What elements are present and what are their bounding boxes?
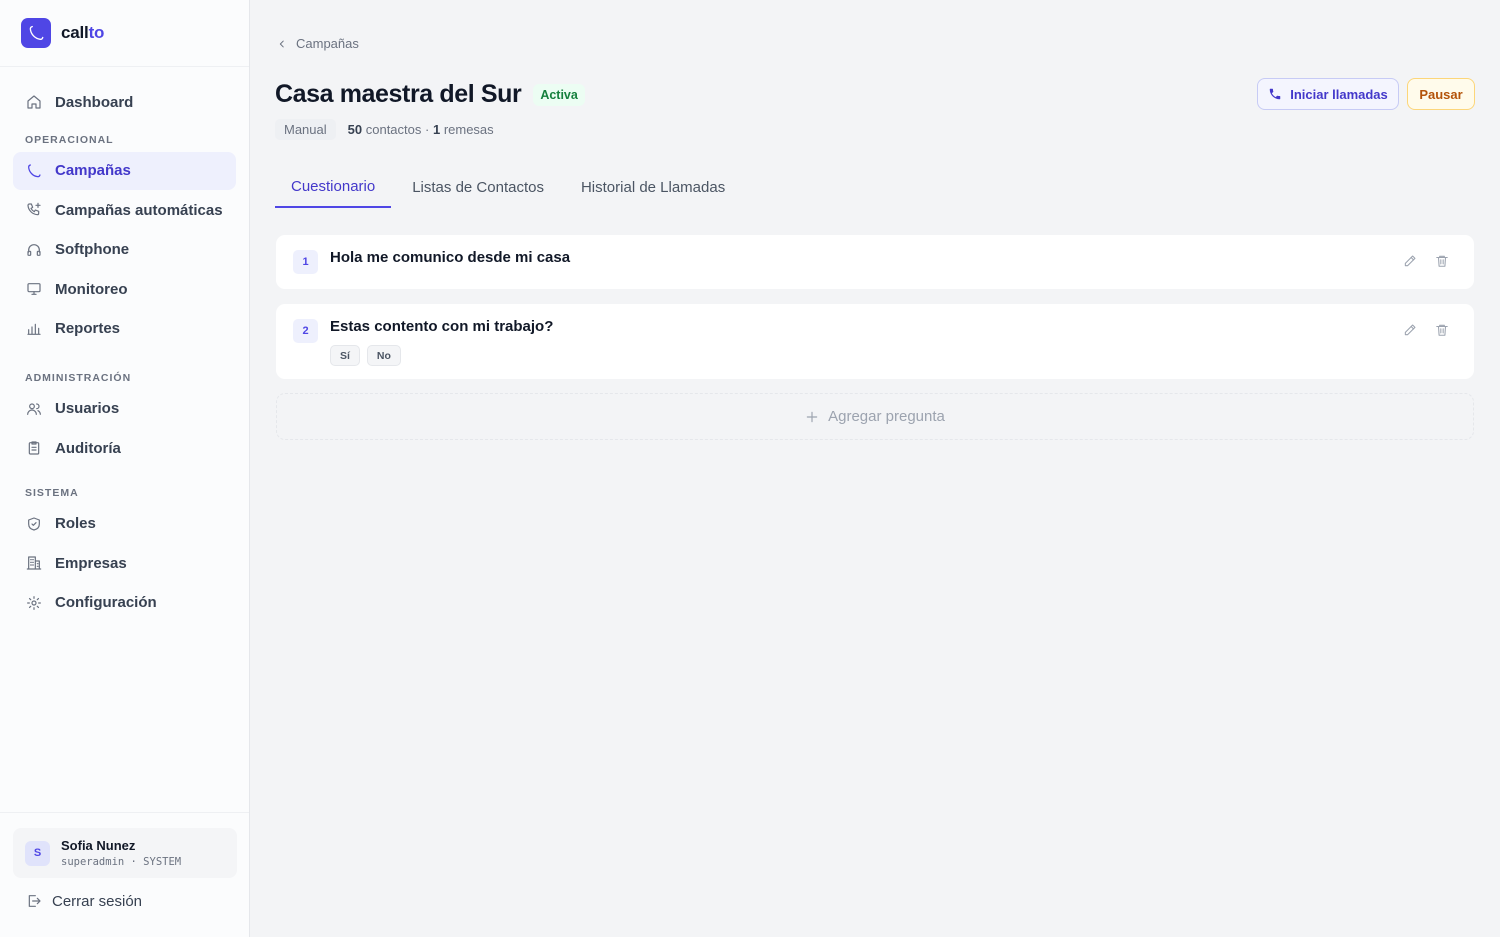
sidebar-item-auditoria[interactable]: Auditoría [13,429,236,467]
breadcrumb[interactable]: Campañas [277,36,359,51]
user-role: superadmin · SYSTEM [61,856,182,868]
contacts-label: contactos · [365,122,430,137]
breadcrumb-label: Campañas [296,36,359,51]
phone-plus-icon [26,202,42,218]
question-number: 1 [293,250,318,274]
clipboard-icon [26,440,42,456]
sidebar-item-campanas-automaticas[interactable]: Campañas automáticas [13,191,236,229]
logout-button[interactable]: Cerrar sesión [26,888,142,914]
question-text: Hola me comunico desde mi casa [330,249,571,266]
sidebar-item-configuracion[interactable]: Configuración [13,584,236,622]
sidebar-item-label: Campañas automáticas [55,201,223,219]
question-text: Estas contento con mi trabajo? [330,318,554,335]
building-icon [26,555,42,571]
edit-icon[interactable] [1400,251,1420,271]
campaign-meta: Manual 50 contactos · 1 remesas [275,119,494,140]
start-calls-label: Iniciar llamadas [1290,86,1388,102]
logout-icon [26,893,42,909]
sidebar-item-label: Auditoría [55,439,121,457]
shield-icon [26,516,42,532]
section-title-operacional: OPERACIONAL [25,133,114,146]
logout-label: Cerrar sesión [52,892,143,910]
user-card[interactable]: S Sofia Nunez superadmin · SYSTEM [13,828,237,878]
sidebar: callto Dashboard OPERACIONAL Campañas Ca… [0,0,250,937]
section-title-sistema: SISTEMA [25,486,79,499]
sidebar-divider [0,812,249,813]
edit-icon[interactable] [1400,320,1420,340]
users-icon [26,401,42,417]
tabs: Cuestionario Listas de Contactos Histori… [275,166,1474,208]
mode-chip: Manual [275,119,336,140]
batches-count: 1 [432,122,441,137]
sidebar-item-softphone[interactable]: Softphone [13,231,236,269]
add-question-label: Agregar pregunta [828,408,945,425]
chevron-left-icon [277,39,287,49]
logo [21,18,51,48]
home-icon [26,94,42,110]
sidebar-item-usuarios[interactable]: Usuarios [13,390,236,428]
start-calls-button[interactable]: Iniciar llamadas [1257,78,1399,110]
answer-options: Sí No [330,345,408,366]
sidebar-item-label: Campañas [55,162,131,180]
gear-icon [26,595,42,611]
trash-icon[interactable] [1432,251,1452,271]
main-content: Campañas Casa maestra del Sur Activa Man… [250,0,1500,937]
bar-chart-icon [26,321,42,337]
pause-button[interactable]: Pausar [1407,78,1475,110]
avatar: S [25,840,50,866]
sidebar-item-roles[interactable]: Roles [13,505,236,543]
page-title: Casa maestra del Sur [275,80,522,108]
status-badge: Activa [533,83,585,106]
sidebar-item-reportes[interactable]: Reportes [13,310,236,348]
phone-icon [26,163,42,179]
trash-icon[interactable] [1432,320,1452,340]
monitor-icon [26,281,42,297]
sidebar-item-empresas[interactable]: Empresas [13,544,236,582]
contacts-count: 50 [347,122,363,137]
sidebar-item-label: Dashboard [55,93,134,111]
question-number: 2 [293,319,318,343]
sidebar-nav: Dashboard OPERACIONAL Campañas Campañas … [0,67,249,622]
sidebar-item-label: Monitoreo [55,280,128,298]
user-info: Sofia Nunez superadmin · SYSTEM [61,838,181,868]
phone-icon [1268,87,1282,101]
section-title-administracion: ADMINISTRACIÓN [25,371,132,384]
question-card: 1 Hola me comunico desde mi casa [276,235,1474,289]
sidebar-item-label: Softphone [55,241,130,259]
sidebar-item-label: Configuración [55,594,157,612]
plus-icon [805,410,819,424]
answer-option: Sí [330,345,360,366]
tab-historial-de-llamadas[interactable]: Historial de Llamadas [565,166,741,208]
tab-listas-de-contactos[interactable]: Listas de Contactos [396,166,560,208]
sidebar-item-label: Usuarios [55,400,120,418]
sidebar-item-label: Empresas [55,554,127,572]
user-name: Sofia Nunez [61,838,136,853]
headset-icon [26,242,42,258]
sidebar-item-label: Reportes [55,320,121,338]
question-card: 2 Estas contento con mi trabajo? Sí No [276,304,1474,379]
title-row: Casa maestra del Sur Activa [275,80,585,109]
brand[interactable]: callto [0,0,249,67]
sidebar-item-monitoreo[interactable]: Monitoreo [13,270,236,308]
tab-cuestionario[interactable]: Cuestionario [275,166,392,208]
batches-label: remesas [443,122,494,137]
app-name: callto [61,23,105,42]
phone-logo-icon [29,25,44,40]
sidebar-item-dashboard[interactable]: Dashboard [13,83,236,121]
sidebar-item-label: Roles [55,515,96,533]
answer-option: No [366,345,401,366]
sidebar-item-campanas[interactable]: Campañas [13,151,236,190]
add-question-button[interactable]: Agregar pregunta [276,393,1474,440]
